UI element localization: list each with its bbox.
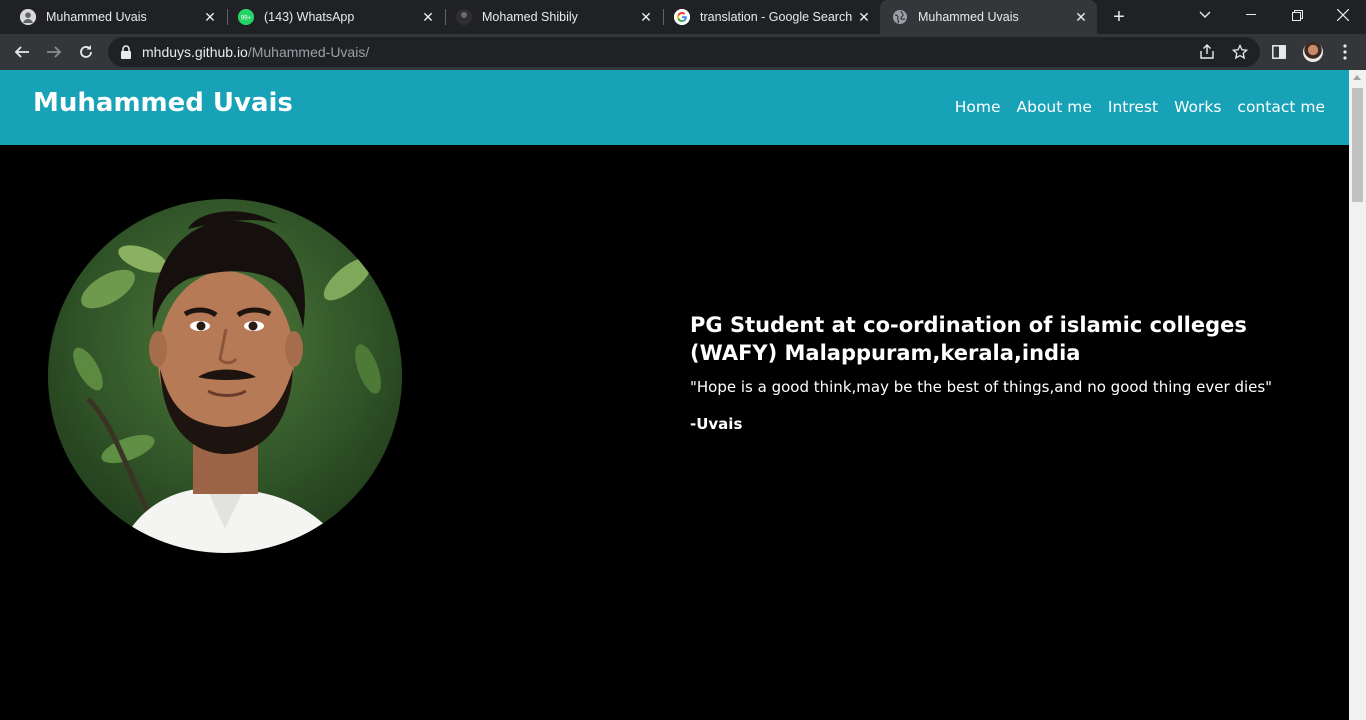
tab-whatsapp[interactable]: 99+ (143) WhatsApp ✕	[226, 0, 444, 34]
nav-link-contact[interactable]: contact me	[1237, 98, 1325, 116]
forward-button[interactable]	[39, 37, 69, 67]
kebab-menu-icon	[1343, 44, 1347, 60]
intro-section: PG Student at co-ordination of islamic c…	[690, 311, 1330, 433]
close-tab-icon[interactable]: ✕	[420, 9, 436, 25]
url-domain: mhduys.github.io	[142, 44, 248, 60]
nav-link-home[interactable]: Home	[955, 98, 1001, 116]
browser-toolbar: mhduys.github.io/Muhammed-Uvais/	[0, 34, 1366, 70]
nav-link-works[interactable]: Works	[1174, 98, 1221, 116]
minimize-icon	[1246, 14, 1256, 15]
tab-strip: Muhammed Uvais ✕ 99+ (143) WhatsApp ✕ Mo…	[0, 0, 1366, 34]
avatar-icon	[20, 9, 36, 25]
address-bar[interactable]: mhduys.github.io/Muhammed-Uvais/	[108, 37, 1260, 67]
profile-button[interactable]	[1298, 37, 1328, 67]
profile-avatar-icon	[1303, 42, 1323, 62]
quote-text: "Hope is a good think,may be the best of…	[690, 378, 1273, 396]
arrow-left-icon	[14, 46, 29, 58]
tab-search-button[interactable]	[1182, 0, 1228, 30]
profile-photo	[48, 199, 402, 553]
tab-title: Mohamed Shibily	[482, 10, 578, 24]
globe-icon	[892, 9, 908, 25]
scroll-up-icon[interactable]	[1353, 75, 1361, 80]
tab-title: translation - Google Search	[700, 10, 853, 24]
close-tab-icon[interactable]: ✕	[638, 9, 654, 25]
lock-icon[interactable]	[120, 45, 134, 59]
url-path: /Muhammed-Uvais/	[247, 44, 370, 60]
side-panel-button[interactable]	[1264, 37, 1294, 67]
scrollbar-thumb[interactable]	[1352, 88, 1363, 202]
minimize-button[interactable]	[1228, 0, 1274, 30]
nav-link-interest[interactable]: Intrest	[1108, 98, 1158, 116]
tab-muhammed-uvais-1[interactable]: Muhammed Uvais ✕	[8, 0, 226, 34]
headline: PG Student at co-ordination of islamic c…	[690, 313, 1247, 365]
close-tab-icon[interactable]: ✕	[856, 9, 872, 25]
site-nav: Home About me Intrest Works contact me	[955, 98, 1325, 116]
close-tab-icon[interactable]: ✕	[1073, 9, 1089, 25]
tab-muhammed-uvais-active[interactable]: Muhammed Uvais ✕	[880, 0, 1097, 34]
close-tab-icon[interactable]: ✕	[202, 9, 218, 25]
restore-button[interactable]	[1274, 0, 1320, 30]
tab-mohamed-shibily[interactable]: Mohamed Shibily ✕	[444, 0, 662, 34]
signature: -Uvais	[690, 415, 743, 433]
nav-link-about[interactable]: About me	[1017, 98, 1092, 116]
tab-title: Muhammed Uvais	[918, 10, 1019, 24]
google-icon	[674, 9, 690, 25]
vertical-scrollbar[interactable]	[1349, 70, 1366, 720]
bookmark-star-icon[interactable]	[1232, 44, 1248, 60]
avatar-icon	[456, 9, 472, 25]
restore-icon	[1291, 9, 1303, 21]
site-brand[interactable]: Muhammed Uvais	[33, 88, 293, 118]
page-viewport: Muhammed Uvais Home About me Intrest Wor…	[0, 70, 1349, 720]
menu-button[interactable]	[1330, 37, 1360, 67]
svg-text:99+: 99+	[241, 16, 252, 22]
tab-title: (143) WhatsApp	[264, 10, 355, 24]
new-tab-button[interactable]: +	[1108, 6, 1130, 28]
tab-google-search[interactable]: translation - Google Search ✕	[662, 0, 880, 34]
close-icon	[1337, 9, 1349, 21]
chevron-down-icon	[1199, 11, 1211, 18]
arrow-right-icon	[47, 46, 62, 58]
whatsapp-icon: 99+	[238, 9, 254, 25]
reload-icon	[80, 45, 92, 58]
side-panel-icon	[1272, 45, 1286, 59]
site-header: Muhammed Uvais Home About me Intrest Wor…	[0, 70, 1349, 145]
tab-title: Muhammed Uvais	[46, 10, 147, 24]
reload-button[interactable]	[71, 37, 101, 67]
close-window-button[interactable]	[1320, 0, 1366, 30]
share-icon[interactable]	[1199, 44, 1215, 60]
back-button[interactable]	[7, 37, 37, 67]
url-text: mhduys.github.io/Muhammed-Uvais/	[142, 44, 369, 60]
